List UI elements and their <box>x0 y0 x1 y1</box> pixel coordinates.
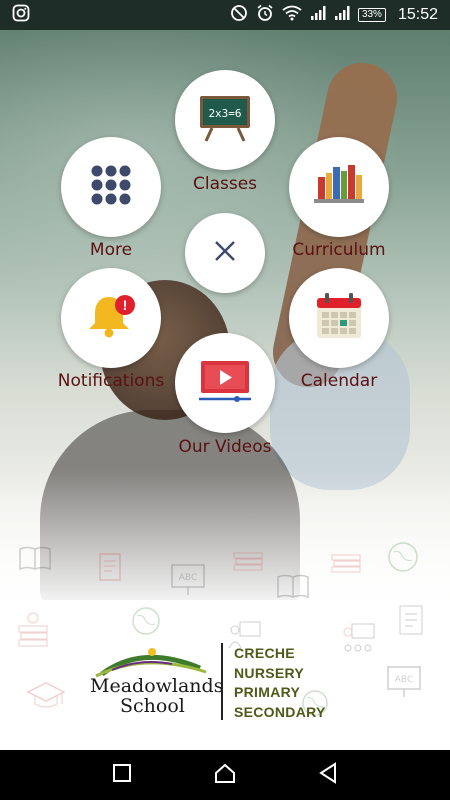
our-videos-label: Our Videos <box>178 437 272 457</box>
recent-apps-icon <box>112 763 132 787</box>
curriculum-label: Curriculum <box>292 240 386 260</box>
apple-books-icon <box>16 610 50 652</box>
dnd-icon <box>230 4 248 26</box>
classroom-icon <box>340 622 376 660</box>
globe-icon-2 <box>130 605 162 641</box>
status-bar: 33% 15:52 <box>0 0 450 30</box>
logo-divider <box>221 643 223 720</box>
books-stack-icon-2 <box>330 552 362 580</box>
instagram-icon <box>12 4 30 26</box>
level-creche: CRECHE <box>234 645 295 661</box>
more-button[interactable] <box>61 137 161 237</box>
easel-icon-2: ABC <box>386 665 422 703</box>
clock: 15:52 <box>397 6 438 23</box>
book-icon <box>18 545 52 575</box>
document-icon <box>98 552 124 586</box>
bell-icon: ! <box>85 293 137 343</box>
notification-badge: ! <box>123 297 128 313</box>
alarm-icon <box>256 4 274 26</box>
wifi-icon <box>282 5 302 25</box>
classes-label: Classes <box>192 174 258 194</box>
curriculum-button[interactable] <box>289 137 389 237</box>
battery-icon: 33% <box>357 8 386 22</box>
notifications-button[interactable]: ! <box>61 268 161 368</box>
close-icon <box>214 240 236 266</box>
calendar-label: Calendar <box>300 371 378 391</box>
signal-icon-2 <box>334 5 350 25</box>
chalkboard-equation: 2x3=6 <box>208 107 241 120</box>
navigation-bar <box>0 750 450 800</box>
calendar-button[interactable] <box>289 268 389 368</box>
notifications-label: Notifications <box>57 371 165 391</box>
calendar-icon <box>314 291 364 345</box>
school-name-line1: Meadowlands <box>90 675 224 697</box>
signal-icon <box>310 5 326 25</box>
svg-text:ABC: ABC <box>179 573 197 583</box>
school-name-line2: School <box>120 695 185 717</box>
globe-icon <box>386 540 420 578</box>
books-icon <box>312 163 366 211</box>
open-book-icon <box>276 573 310 603</box>
recent-apps-button[interactable] <box>102 755 142 795</box>
chalkboard-icon: 2x3=6 <box>196 93 254 147</box>
grid-dots-icon <box>90 164 132 210</box>
school-levels: CRECHE NURSERY PRIMARY SECONDARY <box>234 644 326 722</box>
back-button[interactable] <box>308 755 348 795</box>
our-videos-button[interactable] <box>175 333 275 433</box>
books-stack-icon <box>232 550 264 578</box>
level-nursery: NURSERY <box>234 664 305 681</box>
close-menu-button[interactable] <box>185 213 265 293</box>
easel-icon: ABC <box>170 563 206 601</box>
home-icon <box>214 762 236 788</box>
graduation-cap-icon <box>26 680 66 718</box>
classes-button[interactable]: 2x3=6 <box>175 70 275 170</box>
battery-level: 33% <box>357 8 386 22</box>
checklist-icon <box>398 604 426 640</box>
back-icon <box>318 762 338 788</box>
level-secondary: SECONDARY <box>234 703 326 720</box>
home-button[interactable] <box>205 755 245 795</box>
more-label: More <box>89 240 133 260</box>
video-player-icon <box>197 358 253 408</box>
footer <box>0 600 450 750</box>
level-primary: PRIMARY <box>234 684 301 700</box>
svg-text:ABC: ABC <box>395 675 413 685</box>
